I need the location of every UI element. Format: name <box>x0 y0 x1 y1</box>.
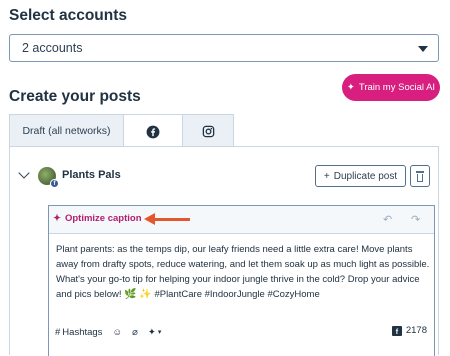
facebook-icon: f <box>391 325 402 336</box>
ai-assist-button[interactable]: ✦ ▾ <box>148 327 161 338</box>
tab-facebook[interactable] <box>123 114 183 148</box>
accounts-select-value: 2 accounts <box>22 41 83 55</box>
chevron-down-icon: ▾ <box>157 329 162 336</box>
sparkle-icon: ✦ <box>346 82 355 93</box>
train-button-label: Train my Social AI <box>358 82 436 93</box>
avatar: f <box>38 167 59 188</box>
annotation-arrow-head <box>144 213 155 225</box>
facebook-icon <box>146 125 160 138</box>
annotation-arrow <box>154 218 190 221</box>
redo-icon[interactable]: ↷ <box>411 213 420 226</box>
caption-emojis: 🌿 ✨ <box>124 289 152 300</box>
post-panel: f Plants Pals + Duplicate post ✦ Optimiz… <box>9 146 439 356</box>
optimize-caption-label: Optimize caption <box>64 213 142 224</box>
tab-draft-label: Draft (all networks) <box>22 125 111 137</box>
hashtags-button[interactable]: # Hashtags <box>55 327 102 338</box>
optimize-caption-button[interactable]: ✦ Optimize caption <box>53 213 142 224</box>
select-accounts-title: Select accounts <box>9 7 128 24</box>
network-tabs: Draft (all networks) <box>9 114 234 148</box>
undo-icon[interactable]: ↶ <box>383 213 392 226</box>
sparkle-icon: ✦ <box>147 326 156 338</box>
instagram-icon <box>202 125 214 137</box>
create-posts-title: Create your posts <box>9 88 141 105</box>
plus-icon: + <box>323 170 330 182</box>
delete-post-button[interactable] <box>410 165 430 187</box>
character-count-value: 2178 <box>405 325 427 336</box>
duplicate-button-label: Duplicate post <box>333 170 398 182</box>
trash-icon-body <box>417 174 423 182</box>
emoji-icon[interactable]: ☺ <box>112 327 122 338</box>
account-name: Plants Pals <box>62 169 121 181</box>
caption-hashtags: #PlantCare #IndoorJungle #CozyHome <box>154 289 320 300</box>
caption-editor: ✦ Optimize caption ↶ ↷ Plant parents: as… <box>48 205 435 356</box>
editor-toolbar: ✦ Optimize caption ↶ ↷ <box>49 206 434 234</box>
tab-instagram[interactable] <box>182 114 234 147</box>
chevron-down-icon[interactable] <box>18 167 30 179</box>
tab-draft-all-networks[interactable]: Draft (all networks) <box>9 114 124 147</box>
attachment-icon[interactable]: ⌀ <box>132 327 138 338</box>
hash-icon: # <box>55 326 61 338</box>
caret-down-icon <box>418 46 428 52</box>
duplicate-post-button[interactable]: + Duplicate post <box>315 165 406 187</box>
hashtags-label: Hashtags <box>62 326 103 338</box>
sparkle-icon: ✦ <box>53 213 61 224</box>
trash-icon <box>416 171 424 173</box>
facebook-badge-icon: f <box>50 179 59 188</box>
character-count: f 2178 <box>391 325 427 336</box>
caption-text[interactable]: Plant parents: as the temps dip, our lea… <box>56 242 430 302</box>
accounts-select[interactable]: 2 accounts <box>9 34 439 62</box>
train-social-ai-button[interactable]: ✦ Train my Social AI <box>342 74 440 101</box>
editor-footer: # Hashtags ☺ ⌀ ✦ ▾ f 2178 <box>55 325 427 339</box>
